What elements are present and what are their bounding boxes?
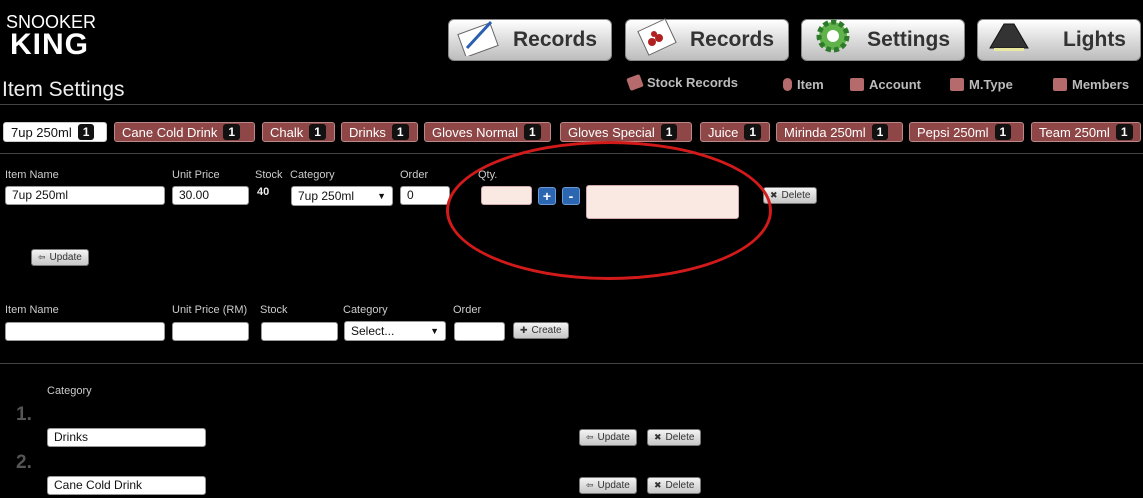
new-stock-input[interactable]: [261, 322, 338, 341]
nav-settings-button[interactable]: Settings: [801, 19, 965, 61]
tab-count-badge: 1: [1115, 124, 1133, 140]
tab-gloves-special[interactable]: Gloves Special 1: [560, 122, 692, 142]
delete-item-button[interactable]: ✖ Delete: [763, 187, 818, 204]
nav-lights-button[interactable]: Lights: [977, 19, 1141, 61]
subnav-account[interactable]: Account: [850, 77, 921, 92]
new-unit-price-label: Unit Price (RM): [172, 304, 248, 316]
close-icon: ✖: [654, 480, 662, 490]
new-order-label: Order: [453, 304, 482, 316]
tab-pepsi-250ml[interactable]: Pepsi 250ml 1: [909, 122, 1024, 142]
new-order-input[interactable]: [454, 322, 505, 341]
mtype-icon: [950, 78, 964, 91]
order-input[interactable]: 0: [400, 186, 450, 205]
category-name-input[interactable]: Drinks: [47, 428, 206, 447]
new-item-name-label: Item Name: [5, 304, 59, 316]
nav-records-2-label: Records: [689, 28, 774, 51]
stock-label: Stock: [255, 169, 283, 181]
tab-cane-cold-drink[interactable]: Cane Cold Drink 1: [114, 122, 255, 142]
account-icon: [850, 78, 864, 91]
stock-records-icon: [626, 73, 644, 92]
item-name-label: Item Name: [5, 169, 59, 181]
tab-count-badge: 1: [391, 124, 409, 140]
item-icon: [783, 78, 792, 91]
tab-drinks[interactable]: Drinks 1: [341, 122, 418, 142]
new-category-label: Category: [343, 304, 388, 316]
update-item-button[interactable]: ⇦ Update: [31, 249, 89, 266]
tab-juice[interactable]: Juice 1: [700, 122, 770, 142]
notepad-icon: [457, 20, 499, 56]
tab-chalk[interactable]: Chalk 1: [262, 122, 335, 142]
logo-king: KING: [10, 28, 89, 61]
subnav-members[interactable]: Members: [1053, 77, 1129, 92]
divider: [0, 363, 1143, 364]
tab-mirinda-250ml[interactable]: Mirinda 250ml 1: [776, 122, 903, 142]
members-icon: [1053, 78, 1067, 91]
highlight-annotation: [446, 141, 772, 280]
chevron-down-icon: ▼: [430, 326, 439, 336]
tab-count-badge: 1: [309, 124, 326, 140]
category-column-header: Category: [47, 385, 92, 397]
category-label: Category: [290, 169, 335, 181]
tab-count-badge: 1: [871, 124, 889, 140]
arrow-icon: ⇦: [586, 480, 594, 490]
tab-count-badge: 1: [223, 124, 241, 140]
close-icon: ✖: [654, 432, 662, 442]
order-label: Order: [400, 169, 429, 181]
close-icon: ✖: [770, 190, 778, 200]
tab-count-badge: 1: [523, 124, 541, 140]
subnav-item[interactable]: Item: [783, 77, 824, 92]
subnav-mtype[interactable]: M.Type: [950, 77, 1013, 92]
tab-count-badge: 1: [744, 124, 762, 140]
new-category-select[interactable]: Select... ▼: [344, 321, 446, 341]
nav-records-button[interactable]: Records: [448, 19, 612, 61]
item-name-input[interactable]: 7up 250ml: [5, 186, 165, 205]
arrow-icon: ⇦: [38, 252, 46, 262]
stock-value: 40: [257, 186, 270, 198]
card-records-icon: [637, 18, 677, 56]
category-delete-button[interactable]: ✖ Delete: [647, 477, 702, 494]
category-delete-button[interactable]: ✖ Delete: [647, 429, 702, 446]
chevron-down-icon: ▼: [377, 191, 386, 201]
tab-count-badge: 1: [660, 124, 678, 140]
unit-price-input[interactable]: 30.00: [172, 186, 249, 205]
tab-gloves-normal[interactable]: Gloves Normal 1: [424, 122, 551, 142]
plus-icon: ✚: [520, 325, 528, 335]
category-name-input[interactable]: Cane Cold Drink: [47, 476, 206, 495]
unit-price-label: Unit Price: [172, 169, 220, 181]
row-number: 2.: [16, 452, 32, 473]
nav-records-2-button[interactable]: Records: [625, 18, 789, 61]
category-update-button[interactable]: ⇦ Update: [579, 477, 637, 494]
subnav-stock-records[interactable]: Stock Records: [626, 73, 738, 92]
row-number: 1.: [16, 404, 32, 425]
nav-settings-label: Settings: [867, 28, 950, 51]
arrow-icon: ⇦: [586, 432, 594, 442]
new-unit-price-input[interactable]: [172, 322, 249, 341]
create-item-button[interactable]: ✚ Create: [513, 322, 569, 339]
nav-lights-label: Lights: [1063, 28, 1126, 51]
nav-records-label: Records: [512, 28, 597, 51]
lamp-icon: [989, 23, 1029, 51]
new-stock-label: Stock: [260, 304, 288, 316]
tab-7up-250ml[interactable]: 7up 250ml 1: [3, 122, 107, 142]
category-select[interactable]: 7up 250ml ▼: [291, 186, 393, 206]
new-item-name-input[interactable]: [5, 322, 165, 341]
category-update-button[interactable]: ⇦ Update: [579, 429, 637, 446]
tab-count-badge: 1: [77, 124, 95, 140]
gear-icon: [816, 19, 850, 53]
page-title: Item Settings: [2, 78, 125, 101]
tab-team-250ml[interactable]: Team 250ml 1: [1031, 122, 1141, 142]
tab-count-badge: 1: [994, 124, 1012, 140]
divider: [0, 104, 1143, 105]
